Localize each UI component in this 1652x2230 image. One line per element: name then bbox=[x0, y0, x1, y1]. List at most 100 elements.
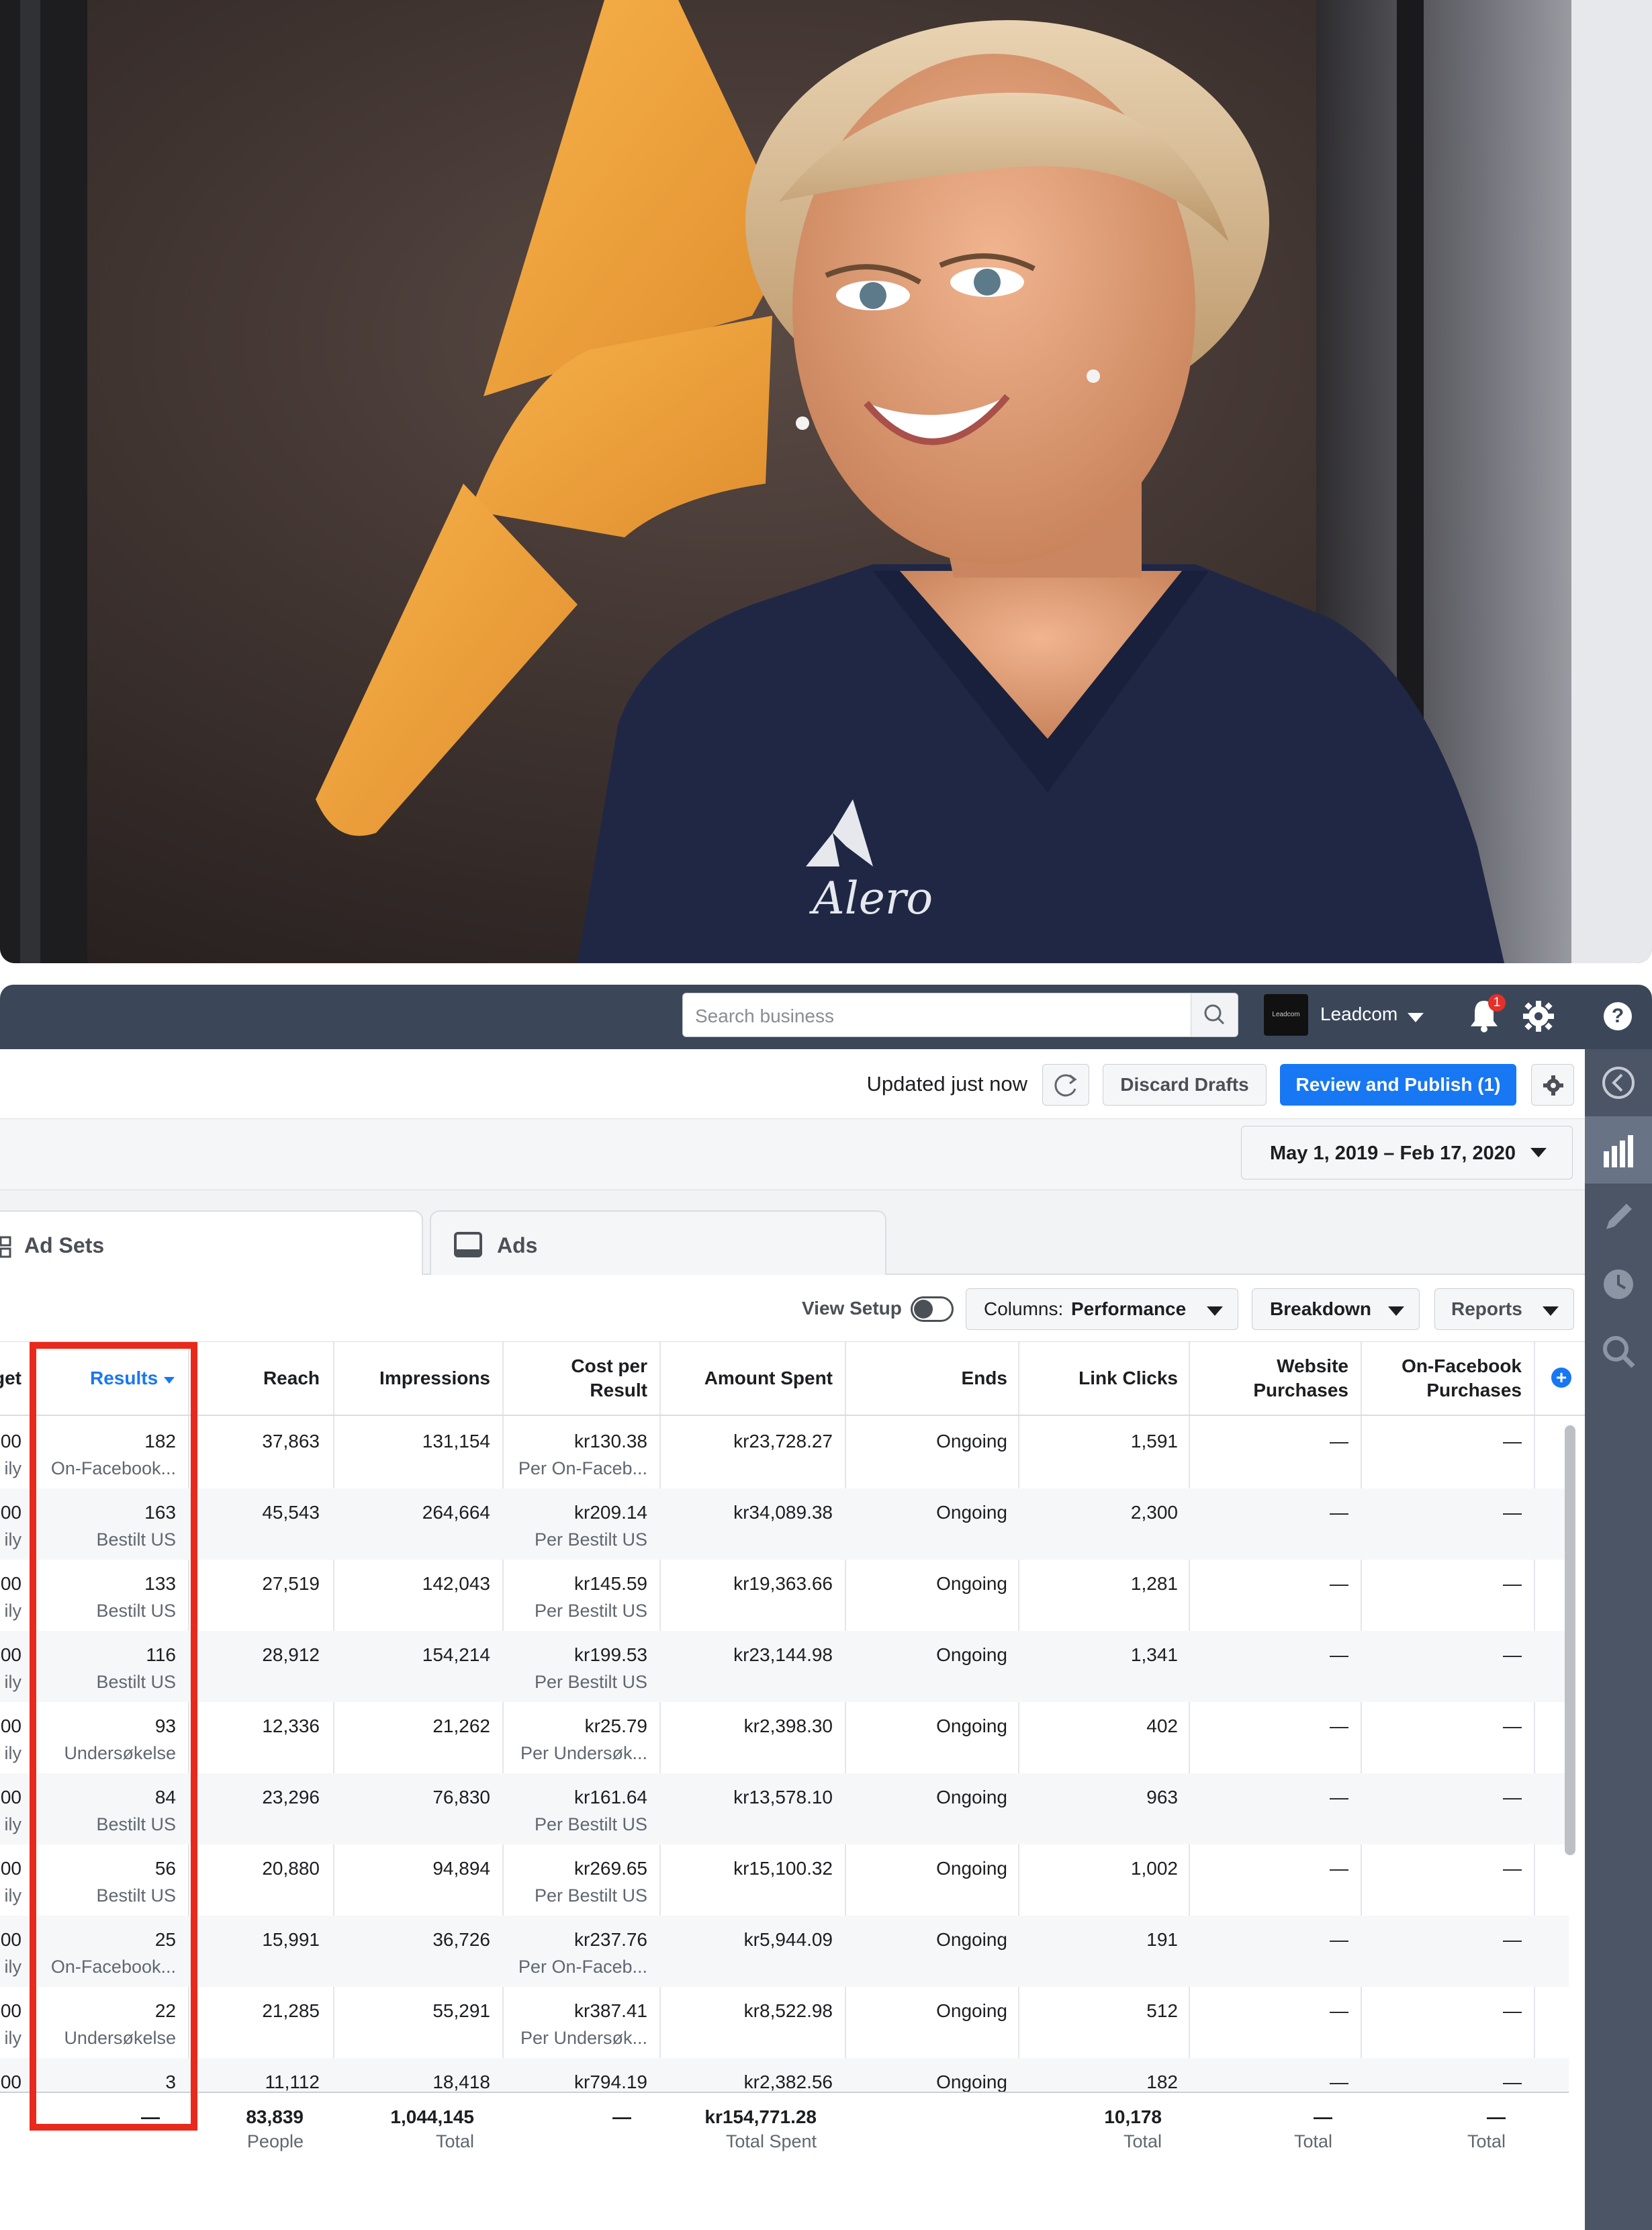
column-header-cost-per-result-line1[interactable]: Cost per bbox=[571, 1354, 647, 1378]
edit-panel-button[interactable] bbox=[1585, 1184, 1652, 1251]
cell-impressions: 55,291 bbox=[432, 2000, 490, 2021]
table-row[interactable]: 00 ily 84 Bestilt US 23,296 76,830 kr161.64 Per… bbox=[0, 1773, 1569, 1844]
columns-dropdown[interactable]: Columns: Performance bbox=[966, 1288, 1238, 1330]
charts-panel-button[interactable] bbox=[1585, 1116, 1652, 1184]
account-name: Leadcom bbox=[1320, 1004, 1398, 1024]
breakdown-dropdown[interactable]: Breakdown bbox=[1252, 1288, 1420, 1330]
table-row[interactable]: 00 ily 133 Bestilt US 27,519 142,043 kr145.59 P… bbox=[0, 1560, 1569, 1631]
column-header-ends[interactable]: Ends bbox=[962, 1366, 1007, 1390]
cell-link-clicks: 963 bbox=[1146, 1787, 1178, 1808]
column-header-link-clicks[interactable]: Link Clicks bbox=[1079, 1366, 1178, 1390]
view-setup-toggle[interactable] bbox=[911, 1296, 954, 1322]
table-row[interactable]: 00 ily 25 On-Facebook... 15,991 36,726 kr237.7… bbox=[0, 1916, 1569, 1987]
column-header-budget[interactable]: get bbox=[0, 1366, 21, 1390]
cell-onfb-purchases: — bbox=[1503, 1573, 1522, 1594]
cell-website-purchases: — bbox=[1330, 1715, 1348, 1736]
chevron-down-icon bbox=[1408, 1013, 1424, 1022]
ads-icon bbox=[454, 1232, 482, 1257]
draft-toolbar: Updated just now Discard Drafts Review a… bbox=[0, 1049, 1585, 1119]
cell-website-purchases: — bbox=[1330, 2000, 1348, 2021]
cell-onfb-purchases: — bbox=[1503, 1858, 1522, 1879]
cell-ends: Ongoing bbox=[936, 1715, 1007, 1736]
column-header-onfb-purchases-line2[interactable]: Purchases bbox=[1426, 1378, 1522, 1402]
cell-budget: 00ily bbox=[0, 1715, 21, 1763]
pencil-icon bbox=[1606, 1204, 1632, 1229]
table-row[interactable]: 00 ily 93 Undersøkelse 12,336 21,262 kr25.79 Pe… bbox=[0, 1702, 1569, 1773]
tab-ads[interactable]: Ads bbox=[430, 1210, 886, 1276]
cell-ends: Ongoing bbox=[936, 1858, 1007, 1879]
column-header-website-purchases-line2[interactable]: Purchases bbox=[1253, 1378, 1348, 1402]
table-row[interactable]: 00 ily 22 Undersøkelse 21,285 55,291 kr387.41 P… bbox=[0, 1987, 1569, 2058]
total-cost-per-result: — bbox=[612, 2106, 631, 2127]
cell-cost-per-result: kr161.64 Per Bestilt US bbox=[534, 1787, 647, 1834]
cell-reach: 15,991 bbox=[262, 1929, 320, 1950]
column-header-reach[interactable]: Reach bbox=[263, 1366, 320, 1390]
cell-cost-per-result: kr25.79 Per Undersøk... bbox=[520, 1715, 647, 1763]
add-column-icon[interactable]: + bbox=[1551, 1368, 1571, 1388]
cell-website-purchases: — bbox=[1330, 1929, 1348, 1950]
column-header-impressions[interactable]: Impressions bbox=[379, 1366, 490, 1390]
table-settings-button[interactable] bbox=[1531, 1064, 1574, 1106]
account-logo: Leadcom bbox=[1264, 994, 1308, 1036]
inspect-panel-button[interactable] bbox=[1585, 1318, 1652, 1385]
collapse-panel-button[interactable] bbox=[1585, 1049, 1652, 1116]
cell-link-clicks: 1,591 bbox=[1130, 1431, 1178, 1452]
table-row[interactable]: 00 ily 163 Bestilt US 45,543 264,664 kr209.14 P… bbox=[0, 1488, 1569, 1560]
cell-reach: 37,863 bbox=[262, 1431, 320, 1452]
date-range-picker[interactable]: May 1, 2019 – Feb 17, 2020 bbox=[1241, 1126, 1573, 1179]
cell-impressions: 264,664 bbox=[422, 1502, 490, 1523]
reports-label: Reports bbox=[1451, 1298, 1522, 1319]
cell-budget: 00ily bbox=[0, 1858, 21, 1906]
right-side-rail bbox=[1585, 1049, 1652, 2230]
updated-status: Updated just now bbox=[866, 1072, 1027, 1096]
column-header-website-purchases-line1[interactable]: Website bbox=[1277, 1354, 1348, 1378]
help-icon[interactable]: ? bbox=[1604, 1002, 1632, 1030]
refresh-button[interactable] bbox=[1042, 1064, 1089, 1106]
cell-cost-per-result: kr387.41 Per Undersøk... bbox=[520, 2000, 647, 2048]
column-header-amount-spent[interactable]: Amount Spent bbox=[704, 1366, 833, 1390]
column-header-cost-per-result-line2[interactable]: Result bbox=[590, 1378, 647, 1402]
level-tabs: Ad Sets Ads bbox=[0, 1190, 1585, 1276]
total-onfb-purchases: — Total bbox=[1467, 2106, 1506, 2151]
cell-amount-spent: kr5,944.09 bbox=[743, 1929, 833, 1950]
settings-gear-icon[interactable] bbox=[1522, 999, 1555, 1033]
total-link-clicks: 10,178 Total bbox=[1104, 2106, 1162, 2151]
reports-dropdown[interactable]: Reports bbox=[1434, 1288, 1574, 1330]
tab-ad-sets[interactable]: Ad Sets bbox=[0, 1210, 423, 1276]
magnifier-chart-icon bbox=[1603, 1336, 1635, 1368]
cell-ends: Ongoing bbox=[936, 1644, 1007, 1665]
cell-amount-spent: kr15,100.32 bbox=[733, 1858, 833, 1879]
cell-amount-spent: kr23,144.98 bbox=[733, 1644, 833, 1665]
cell-reach: 23,296 bbox=[262, 1787, 320, 1808]
cell-impressions: 142,043 bbox=[422, 1573, 490, 1594]
search-input[interactable] bbox=[695, 1006, 1192, 1027]
cell-impressions: 36,726 bbox=[432, 1929, 490, 1950]
table-row[interactable]: 00 ily 56 Bestilt US 20,880 94,894 kr269.65 Per… bbox=[0, 1844, 1569, 1916]
account-switcher[interactable]: Leadcom Leadcom bbox=[1264, 993, 1425, 1038]
chevron-left-circle-icon bbox=[1602, 1067, 1635, 1099]
column-header-onfb-purchases-line1[interactable]: On-Facebook bbox=[1402, 1354, 1522, 1378]
cell-onfb-purchases: — bbox=[1503, 1431, 1522, 1452]
table-row[interactable]: 00 ily 116 Bestilt US 28,912 154,214 kr199.53 P… bbox=[0, 1631, 1569, 1702]
cell-budget: 00ily bbox=[0, 2000, 21, 2048]
discard-drafts-button[interactable]: Discard Drafts bbox=[1103, 1064, 1267, 1106]
cell-reach: 27,519 bbox=[262, 1573, 320, 1594]
cell-link-clicks: 2,300 bbox=[1130, 1502, 1178, 1523]
ad-sets-table: get Results Reach Impressions Cost per R… bbox=[0, 1342, 1585, 2230]
chevron-down-icon bbox=[1388, 1306, 1404, 1316]
cell-cost-per-result: kr209.14 Per Bestilt US bbox=[534, 1502, 647, 1550]
review-and-publish-button[interactable]: Review and Publish (1) bbox=[1280, 1064, 1516, 1106]
cell-ends: Ongoing bbox=[936, 2000, 1007, 2021]
search-button[interactable] bbox=[1191, 993, 1238, 1036]
total-amount-spent: kr154,771.28 Total Spent bbox=[704, 2106, 817, 2151]
table-row[interactable]: 00 ily 182 On-Facebook... 37,863 131,154 kr130… bbox=[0, 1417, 1569, 1488]
cell-onfb-purchases: — bbox=[1503, 2000, 1522, 2021]
search-box[interactable] bbox=[682, 993, 1238, 1037]
history-panel-button[interactable] bbox=[1585, 1251, 1652, 1318]
cell-reach: 12,336 bbox=[262, 1715, 320, 1736]
cell-budget: 00ily bbox=[0, 1929, 21, 1977]
hero-photo: Alero bbox=[0, 0, 1652, 963]
vertical-scrollbar[interactable] bbox=[1565, 1425, 1575, 1855]
cell-cost-per-result: kr199.53 Per Bestilt US bbox=[534, 1644, 647, 1692]
cell-amount-spent: kr23,728.27 bbox=[733, 1431, 833, 1452]
